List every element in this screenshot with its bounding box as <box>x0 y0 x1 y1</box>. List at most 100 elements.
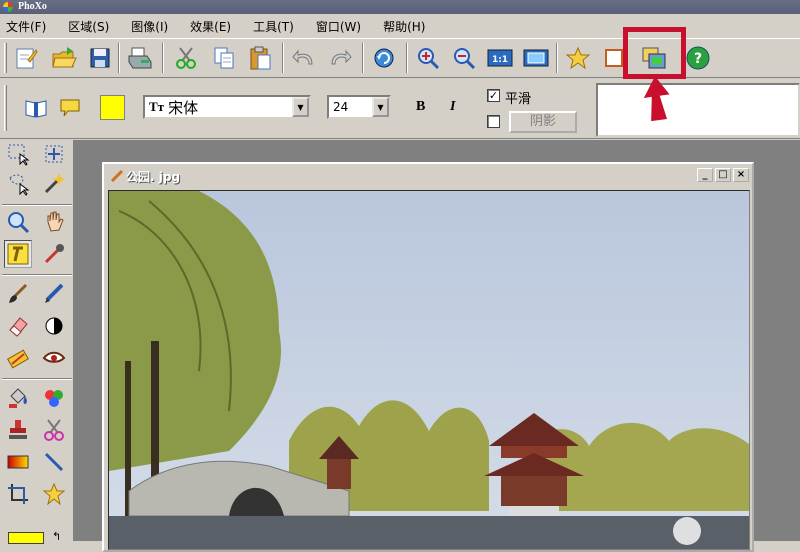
line-tool[interactable] <box>40 448 68 476</box>
menu-tools[interactable]: 工具(T) <box>253 18 294 35</box>
smooth-checkbox[interactable]: ✓ <box>487 89 500 102</box>
save-button[interactable] <box>86 44 114 72</box>
annotation-arrow-icon <box>643 76 670 122</box>
toolbox-separator <box>2 204 72 206</box>
italic-button[interactable]: I <box>450 99 455 115</box>
printer-icon <box>128 47 152 69</box>
menu-help[interactable]: 帮助(H) <box>383 18 425 35</box>
eraser-icon <box>9 317 28 337</box>
fit-window-button[interactable] <box>522 44 550 72</box>
move-tool[interactable] <box>40 140 68 168</box>
app-logo-icon <box>3 2 13 12</box>
paste-button[interactable] <box>246 44 274 72</box>
speech-bubble-button[interactable] <box>56 94 84 122</box>
text-library-button[interactable] <box>22 94 50 122</box>
shadow-button[interactable]: 阴影 <box>509 111 577 133</box>
clone-icon <box>7 349 29 369</box>
swap-colors-icon[interactable]: ↰ <box>52 530 61 543</box>
star-icon <box>42 482 66 506</box>
zoom-out-button[interactable] <box>450 44 478 72</box>
toolbar-separator <box>406 43 408 73</box>
gradient-icon <box>7 455 29 469</box>
open-folder-icon <box>52 47 77 68</box>
crop-tool[interactable] <box>4 480 32 508</box>
rect-select-tool[interactable] <box>4 140 32 168</box>
magic-wand-tool[interactable] <box>40 170 68 198</box>
pen-tool[interactable] <box>40 280 68 308</box>
scissors-icon <box>44 419 64 441</box>
document-titlebar[interactable]: 公园. jpg <box>106 166 750 186</box>
help-icon: ? <box>686 46 710 70</box>
undo-button[interactable] <box>290 44 318 72</box>
lasso-select-tool[interactable] <box>4 170 32 198</box>
refresh-button[interactable] <box>370 44 398 72</box>
text-tool[interactable] <box>4 240 32 268</box>
help-button[interactable]: ? <box>684 44 712 72</box>
copy-button[interactable] <box>210 44 238 72</box>
brush-icon <box>9 283 28 303</box>
font-size-select[interactable]: 24 ▼ <box>327 95 391 119</box>
highlight-box <box>623 27 686 79</box>
fit-window-icon <box>523 49 549 67</box>
chevron-down-icon[interactable]: ▼ <box>292 97 309 117</box>
eyedropper-icon <box>44 244 64 264</box>
cut-button[interactable] <box>172 44 200 72</box>
actual-size-icon: 1:1 <box>487 49 513 67</box>
zoom-in-button[interactable] <box>414 44 442 72</box>
text-color-swatch[interactable] <box>100 95 125 120</box>
magnifier-icon <box>8 212 30 234</box>
toolbar-separator <box>556 43 558 73</box>
favorite-button[interactable] <box>564 44 592 72</box>
hand-tool[interactable] <box>40 208 68 236</box>
print-button[interactable] <box>126 44 154 72</box>
menu-file[interactable]: 文件(F) <box>6 18 46 35</box>
brush-tool[interactable] <box>4 280 32 308</box>
fill-tool[interactable] <box>4 384 32 412</box>
new-file-icon <box>16 48 38 69</box>
text-toolbar: Tт 宋体 ▼ 24 ▼ B I ✓ 平滑 阴影 <box>0 79 800 139</box>
menu-effects[interactable]: 效果(E) <box>190 18 231 35</box>
minimize-button[interactable]: _ <box>697 168 713 182</box>
actual-size-button[interactable]: 1:1 <box>486 44 514 72</box>
paint-bucket-icon <box>9 388 27 408</box>
open-button[interactable] <box>50 44 78 72</box>
shape-tool[interactable] <box>40 480 68 508</box>
text-input-box[interactable] <box>596 83 800 137</box>
move-icon <box>45 145 63 163</box>
truetype-font-icon: Tт <box>149 99 165 114</box>
park-photo[interactable] <box>108 190 750 550</box>
toolbar-separator <box>282 43 284 73</box>
menu-window[interactable]: 窗口(W) <box>316 18 361 35</box>
svg-text:?: ? <box>694 51 702 67</box>
maximize-button[interactable]: □ <box>715 168 731 182</box>
shadow-checkbox[interactable] <box>487 115 500 128</box>
color-replace-tool[interactable] <box>40 384 68 412</box>
undo-icon <box>292 49 313 65</box>
star-icon <box>565 46 591 70</box>
redo-button[interactable] <box>326 44 354 72</box>
red-eye-tool[interactable] <box>40 344 68 372</box>
foreground-color-swatch[interactable] <box>8 532 44 544</box>
font-size-value: 24 <box>333 100 349 114</box>
eraser-tool[interactable] <box>4 312 32 340</box>
toolbar-separator <box>118 43 120 73</box>
zoom-tool[interactable] <box>4 208 32 236</box>
contrast-icon <box>45 317 63 335</box>
stamp-tool[interactable] <box>4 416 32 444</box>
scissors-tool[interactable] <box>40 416 68 444</box>
bold-button[interactable]: B <box>416 99 425 115</box>
eyedropper-tool[interactable] <box>40 240 68 268</box>
toolbar-separator <box>362 43 364 73</box>
chevron-down-icon[interactable]: ▼ <box>372 97 389 117</box>
new-button[interactable] <box>12 44 40 72</box>
rect-select-icon <box>8 144 30 166</box>
menu-image[interactable]: 图像(I) <box>131 18 168 35</box>
zoom-out-icon <box>454 48 476 70</box>
font-family-select[interactable]: Tт 宋体 ▼ <box>143 95 311 119</box>
magic-wand-icon <box>44 173 66 194</box>
close-button[interactable]: × <box>733 168 749 182</box>
clone-tool[interactable] <box>4 344 32 372</box>
menu-region[interactable]: 区域(S) <box>68 18 109 35</box>
gradient-tool[interactable] <box>4 448 32 476</box>
contrast-tool[interactable] <box>40 312 68 340</box>
